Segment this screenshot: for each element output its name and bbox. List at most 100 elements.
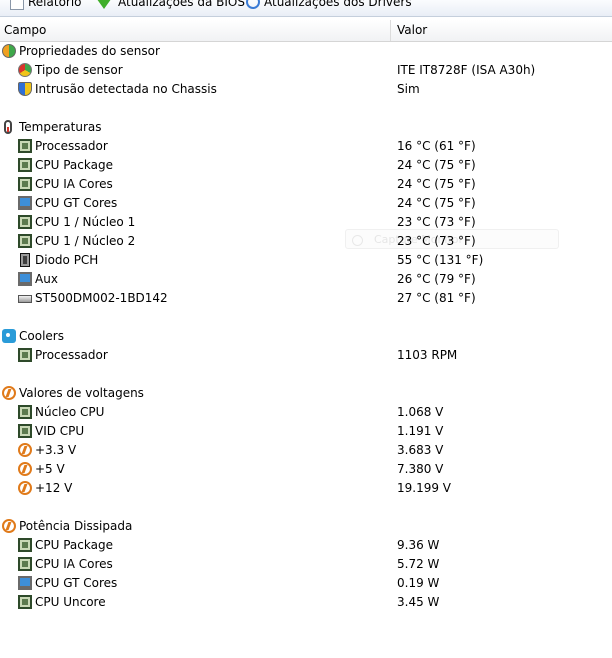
fan-icon (2, 329, 16, 343)
group-sensor-properties[interactable]: Propriedades do sensor (0, 42, 612, 61)
toolbar: Relatório Atualizações da BIOS Atualizaç… (0, 0, 612, 17)
chipset-icon (20, 253, 30, 267)
field-name: CPU IA Cores (35, 557, 113, 571)
list-item[interactable]: Intrusão detectada no Chassis Sim (0, 80, 612, 99)
group-temperatures[interactable]: Temperaturas (0, 118, 612, 137)
voltage-icon (2, 386, 16, 400)
bios-updates-button[interactable]: Atualizações da BIOS (94, 0, 245, 12)
column-divider[interactable] (390, 20, 391, 41)
field-value: 0.19 W (397, 576, 440, 590)
list-item[interactable]: +3.3 V 3.683 V (0, 441, 612, 460)
field-name: +3.3 V (35, 443, 77, 457)
field-value: 26 °C (79 °F) (397, 272, 476, 286)
cpu-chip-icon (18, 424, 32, 438)
cpu-chip-icon (18, 215, 32, 229)
list-item[interactable]: CPU 1 / Núcleo 2 23 °C (73 °F) (0, 232, 612, 251)
list-item[interactable]: Aux 26 °C (79 °F) (0, 270, 612, 289)
list-item[interactable]: Núcleo CPU 1.068 V (0, 403, 612, 422)
list-item[interactable]: CPU 1 / Núcleo 1 23 °C (73 °F) (0, 213, 612, 232)
field-name: Processador (35, 139, 108, 153)
group-title: Valores de voltagens (19, 386, 144, 400)
field-value: 3.45 W (397, 595, 440, 609)
driver-updates-button[interactable]: Atualizações dos Drivers (246, 0, 412, 12)
field-name: CPU 1 / Núcleo 2 (35, 234, 136, 248)
field-name: CPU 1 / Núcleo 1 (35, 215, 136, 229)
field-value: 5.72 W (397, 557, 440, 571)
thermometer-icon (4, 120, 12, 134)
list-item[interactable]: CPU Package 24 °C (75 °F) (0, 156, 612, 175)
cpu-chip-icon (18, 177, 32, 191)
magnifier-icon (246, 0, 260, 9)
field-name: CPU GT Cores (35, 196, 118, 210)
monitor-icon (18, 272, 32, 286)
field-value: 9.36 W (397, 538, 440, 552)
column-value-header[interactable]: Valor (393, 20, 427, 41)
field-name: Diodo PCH (35, 253, 99, 267)
group-title: Propriedades do sensor (19, 44, 160, 58)
field-name: VID CPU (35, 424, 85, 438)
field-value: ITE IT8728F (ISA A30h) (397, 63, 536, 77)
field-value: 1.068 V (397, 405, 444, 419)
list-item[interactable]: Processador 16 °C (61 °F) (0, 137, 612, 156)
field-name: +12 V (35, 481, 73, 495)
field-value: 1103 RPM (397, 348, 458, 362)
list-item[interactable]: Tipo de sensor ITE IT8728F (ISA A30h) (0, 61, 612, 80)
field-name: Processador (35, 348, 108, 362)
monitor-icon (18, 576, 32, 590)
group-title: Potência Dissipada (19, 519, 133, 533)
field-value: 3.683 V (397, 443, 444, 457)
field-name: CPU Package (35, 538, 113, 552)
voltage-icon (18, 443, 32, 457)
cpu-chip-icon (18, 139, 32, 153)
list-item[interactable]: +12 V 19.199 V (0, 479, 612, 498)
cpu-chip-icon (18, 595, 32, 609)
cpu-chip-icon (18, 158, 32, 172)
report-button[interactable]: Relatório (10, 0, 82, 12)
field-value: 1.191 V (397, 424, 444, 438)
field-value: 7.380 V (397, 462, 444, 476)
field-value: 27 °C (81 °F) (397, 291, 476, 305)
group-power[interactable]: Potência Dissipada (0, 517, 612, 536)
field-name: +5 V (35, 462, 65, 476)
field-name: CPU Package (35, 158, 113, 172)
driver-updates-label: Atualizações dos Drivers (264, 0, 412, 9)
list-item[interactable]: Diodo PCH 55 °C (131 °F) (0, 251, 612, 270)
list-item[interactable]: Processador 1103 RPM (0, 346, 612, 365)
power-icon (2, 519, 16, 533)
field-value: 19.199 V (397, 481, 452, 495)
field-value: 24 °C (75 °F) (397, 158, 476, 172)
group-voltages[interactable]: Valores de voltagens (0, 384, 612, 403)
cpu-chip-icon (18, 538, 32, 552)
field-name: Aux (35, 272, 58, 286)
gauge-icon (18, 63, 32, 77)
field-name: Intrusão detectada no Chassis (35, 82, 217, 96)
list-item[interactable]: CPU GT Cores 0.19 W (0, 574, 612, 593)
report-icon (10, 0, 24, 10)
field-name: Tipo de sensor (35, 63, 123, 77)
list-item[interactable]: CPU Uncore 3.45 W (0, 593, 612, 612)
report-label: Relatório (28, 0, 82, 9)
list-item[interactable]: CPU IA Cores 5.72 W (0, 555, 612, 574)
field-value: 24 °C (75 °F) (397, 196, 476, 210)
list-item[interactable]: VID CPU 1.191 V (0, 422, 612, 441)
list-item[interactable]: ST500DM002-1BD142 27 °C (81 °F) (0, 289, 612, 308)
list-item[interactable]: CPU IA Cores 24 °C (75 °F) (0, 175, 612, 194)
column-header: Campo Valor (0, 20, 612, 42)
monitor-icon (18, 196, 32, 210)
list-item[interactable]: +5 V 7.380 V (0, 460, 612, 479)
sensor-icon (2, 44, 16, 58)
field-value: 23 °C (73 °F) (397, 234, 476, 248)
list-item[interactable]: CPU GT Cores 24 °C (75 °F) (0, 194, 612, 213)
cpu-chip-icon (18, 405, 32, 419)
field-name: CPU IA Cores (35, 177, 113, 191)
field-name: ST500DM002-1BD142 (35, 291, 168, 305)
download-arrow-icon (94, 0, 114, 9)
cpu-chip-icon (18, 234, 32, 248)
group-coolers[interactable]: Coolers (0, 327, 612, 346)
field-value: 23 °C (73 °F) (397, 215, 476, 229)
column-field-header[interactable]: Campo (0, 20, 46, 41)
voltage-icon (18, 481, 32, 495)
field-name: CPU GT Cores (35, 576, 118, 590)
list-item[interactable]: CPU Package 9.36 W (0, 536, 612, 555)
bios-updates-label: Atualizações da BIOS (118, 0, 245, 9)
